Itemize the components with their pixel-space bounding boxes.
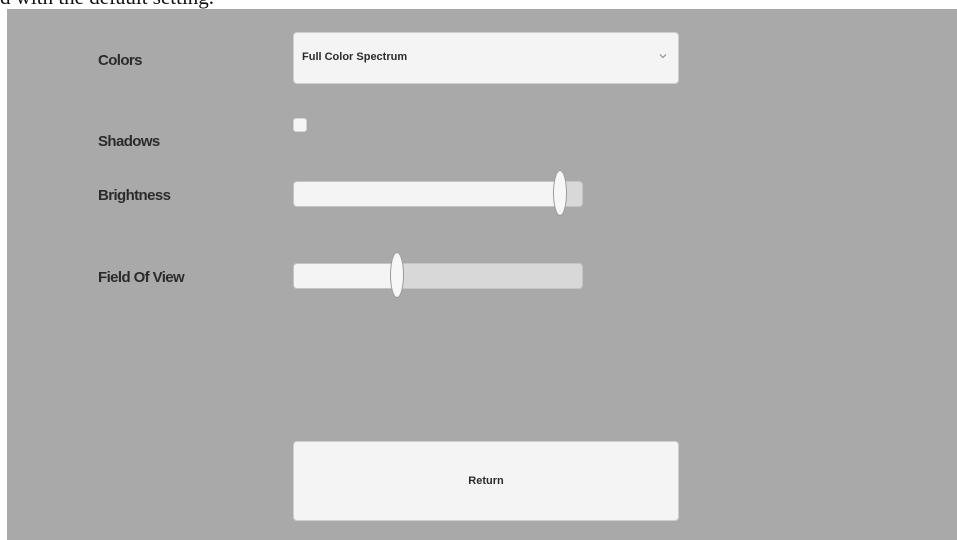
brightness-track: [293, 181, 583, 207]
chevron-down-icon: [659, 54, 667, 59]
brightness-fill: [294, 182, 559, 206]
brightness-slider[interactable]: [293, 170, 583, 216]
field-of-view-label: Field Of View: [98, 269, 185, 286]
shadows-label: Shadows: [98, 133, 160, 150]
brightness-label: Brightness: [98, 187, 171, 204]
return-button-label: Return: [468, 475, 504, 487]
field-of-view-fill: [294, 264, 398, 288]
colors-label: Colors: [98, 52, 143, 69]
colors-dropdown-value: Full Color Spectrum: [302, 51, 408, 63]
settings-panel: Colors Full Color Spectrum Shadows Brigh…: [7, 9, 957, 540]
field-of-view-track: [293, 263, 583, 289]
return-button[interactable]: Return: [293, 441, 679, 521]
field-of-view-slider[interactable]: [293, 252, 583, 298]
field-of-view-slider-handle[interactable]: [390, 252, 405, 298]
caption-strip: d with the default setting.: [0, 0, 957, 9]
caption-text: d with the default setting.: [0, 0, 214, 9]
brightness-slider-handle[interactable]: [552, 170, 567, 216]
shadows-checkbox[interactable]: [293, 118, 307, 132]
colors-dropdown[interactable]: Full Color Spectrum: [293, 32, 679, 84]
